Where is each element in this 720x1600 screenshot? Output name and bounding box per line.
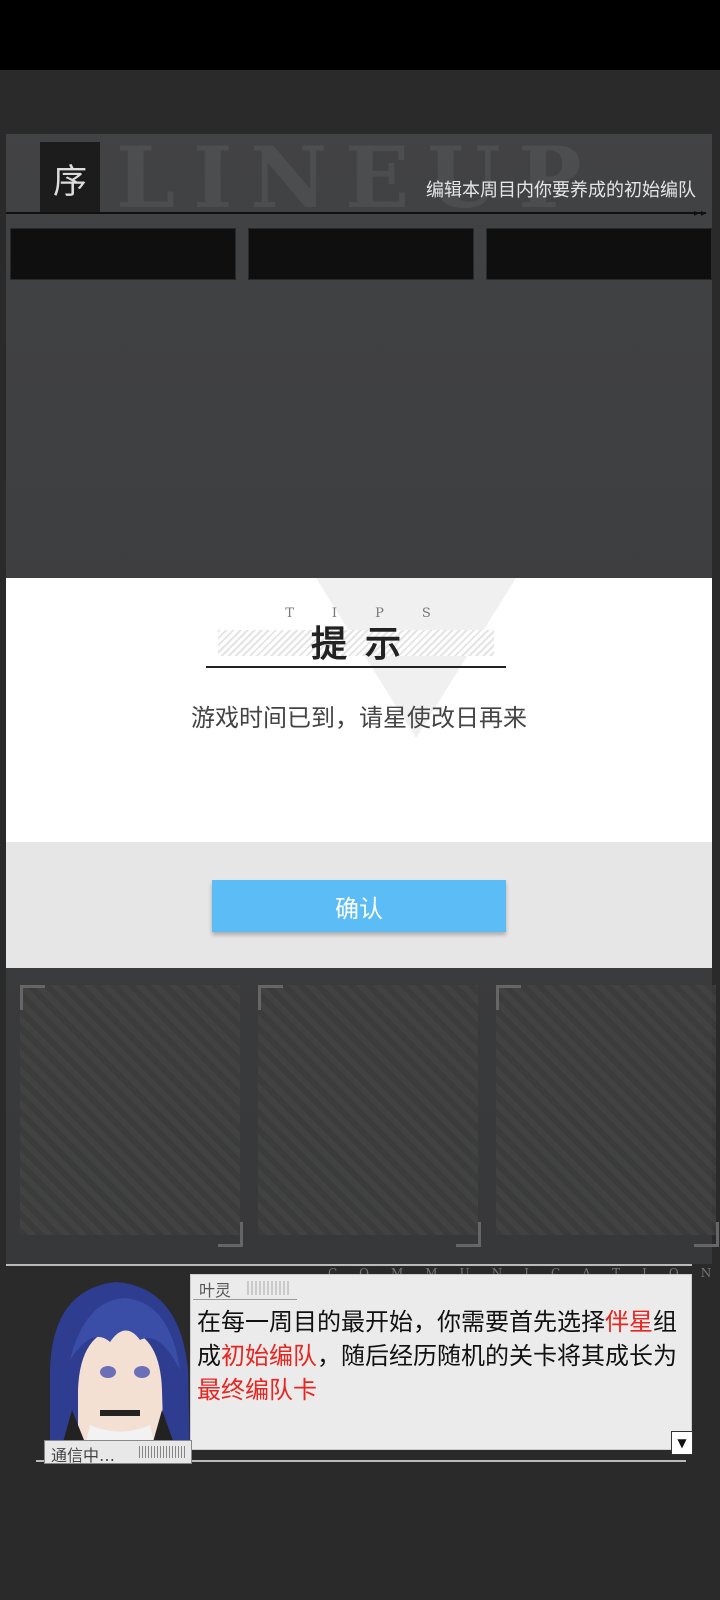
tips-dialog: TIPS 提示 游戏时间已到，请星使改日再来 bbox=[6, 578, 712, 842]
signal-wave-icon bbox=[139, 1446, 187, 1458]
communication-panel[interactable]: COMMUNICATION 叶灵 在每一周目的最开始，你需要首先选择伴星组成初始… bbox=[0, 1260, 720, 1470]
dialog-box[interactable]: 叶灵 在每一周目的最开始，你需要首先选择伴星组成初始编队，随后经历随机的关卡将其… bbox=[190, 1274, 693, 1455]
double-chevron-down-icon[interactable]: ▼ bbox=[671, 1431, 693, 1455]
dialog-text-highlight: 最终编队卡 bbox=[197, 1376, 317, 1404]
speaker-name: 叶灵 bbox=[199, 1281, 232, 1300]
section-seal: 序 bbox=[40, 142, 100, 214]
dialog-text-highlight: 伴星 bbox=[605, 1308, 653, 1336]
card-slot-2[interactable] bbox=[258, 985, 478, 1235]
card-corner bbox=[218, 1222, 243, 1247]
dialog-message: 游戏时间已到，请星使改日再来 bbox=[191, 704, 527, 732]
tips-english-label: TIPS bbox=[285, 606, 469, 621]
status-indicator: 通信中… bbox=[44, 1440, 192, 1465]
dialog-text-segment: ，随后经历随机的关卡将其成长为 bbox=[317, 1342, 677, 1370]
dialog-text: 在每一周目的最开始，你需要首先选择伴星组成初始编队，随后经历随机的关卡将其成长为… bbox=[197, 1305, 681, 1407]
panel-header: 序 LINEUP 编辑本周目内你要养成的初始编队 bbox=[6, 128, 712, 227]
team-slot-3[interactable] bbox=[486, 228, 712, 280]
dialog-text-highlight: 初始编队 bbox=[221, 1342, 317, 1370]
title-underline bbox=[206, 666, 506, 668]
voice-wave-icon bbox=[247, 1281, 291, 1295]
card-slot-1[interactable] bbox=[20, 985, 240, 1235]
team-slot-2[interactable] bbox=[248, 228, 474, 280]
character-portrait bbox=[50, 1282, 190, 1460]
header-divider-arrows: ▸▸ bbox=[693, 208, 708, 219]
card-corner bbox=[20, 985, 45, 1010]
confirm-button[interactable]: 确认 bbox=[212, 880, 506, 932]
dialog-footer: 确认 bbox=[6, 842, 712, 968]
dialog-text-segment: 在每一周目的最开始，你需要首先选择 bbox=[197, 1308, 605, 1336]
top-status-bar bbox=[0, 0, 720, 70]
dialog-title: 提示 bbox=[310, 623, 419, 665]
status-text: 通信中… bbox=[51, 1446, 116, 1465]
dialog-title-row: 提示 bbox=[206, 622, 506, 668]
team-slot-1[interactable] bbox=[10, 228, 236, 280]
header-subtitle: 编辑本周目内你要养成的初始编队 bbox=[426, 180, 696, 201]
speaker-underline bbox=[193, 1299, 297, 1300]
card-corner bbox=[456, 1222, 481, 1247]
card-slot-3[interactable] bbox=[496, 985, 716, 1235]
header-divider bbox=[6, 212, 706, 214]
card-corner bbox=[258, 985, 283, 1010]
card-corner bbox=[694, 1222, 719, 1247]
card-corner bbox=[496, 985, 521, 1010]
